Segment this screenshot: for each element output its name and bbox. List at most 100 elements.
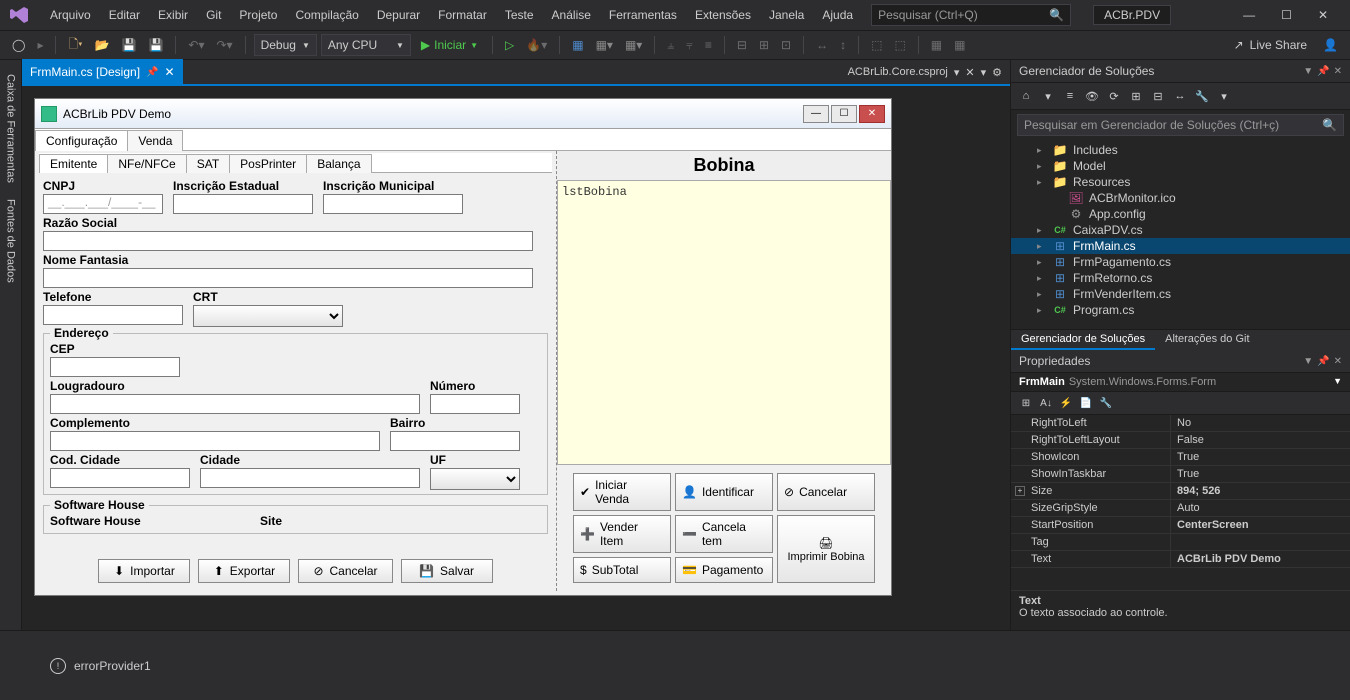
btn-imprimir-bobina[interactable]: 🖨Imprimir Bobina [777,515,875,583]
save-all-button[interactable]: 💾 [144,36,167,54]
btn-vender-item[interactable]: ➕Vender Item [573,515,671,553]
align-btn-1[interactable]: ⫨ [663,36,678,55]
order-btn-1[interactable]: ⬚ [867,36,886,54]
undo-button[interactable]: ↶▾ [184,36,208,54]
project-name-display[interactable]: ACBr.PDV [1093,5,1171,25]
tray-item-errorprovider[interactable]: errorProvider1 [74,659,151,673]
inp-bairro[interactable] [390,431,520,451]
panel-dropdown[interactable]: ▼ [1303,66,1313,77]
menu-formatar[interactable]: Formatar [430,4,495,26]
tree-item-includes[interactable]: ▸📁Includes [1011,142,1350,158]
layout-btn-3[interactable]: ▦▾ [621,36,646,54]
menu-arquivo[interactable]: Arquivo [42,4,99,26]
panel-dropdown[interactable]: ▼ [1303,356,1313,367]
context-close[interactable]: ✕ [965,66,974,79]
wf-subtab-nfe[interactable]: NFe/NFCe [107,154,186,173]
live-share-button[interactable]: ↗ Live Share [1226,36,1315,54]
tree-item-frmpagamento-cs[interactable]: ▸⊞FrmPagamento.cs [1011,254,1350,270]
btn-exportar[interactable]: ⬆Exportar [198,559,290,583]
wf-close-button[interactable]: ✕ [859,105,885,123]
menu-teste[interactable]: Teste [497,4,542,26]
tree-item-program-cs[interactable]: ▸C#Program.cs [1011,302,1350,318]
menu-git[interactable]: Git [198,4,229,26]
misc-btn-2[interactable]: ▦ [950,36,969,54]
props-events-icon[interactable]: ⚡ [1057,395,1075,411]
prop-showintaskbar[interactable]: ShowInTaskbarTrue [1011,466,1350,483]
datasources-tab[interactable]: Fontes de Dados [3,193,19,289]
bobina-list[interactable]: lstBobina [557,180,891,465]
wf-subtab-balanca[interactable]: Balança [306,154,371,173]
menu-compilacao[interactable]: Compilação [287,4,366,26]
prop-text[interactable]: TextACBrLib PDV Demo [1011,551,1350,568]
wf-max-button[interactable]: ☐ [831,105,857,123]
btn-importar[interactable]: ⬇Importar [98,559,190,583]
close-tab-icon[interactable]: ✕ [164,65,174,79]
save-button[interactable]: 💾 [118,36,141,54]
sel-crt[interactable] [193,305,343,327]
prop-righttoleftlayout[interactable]: RightToLeftLayoutFalse [1011,432,1350,449]
props-prop-icon[interactable]: 📄 [1077,395,1095,411]
misc-btn-1[interactable]: ▦ [927,36,946,54]
btn-cancelar-venda[interactable]: ⊘Cancelar [777,473,875,511]
wf-subtab-posprinter[interactable]: PosPrinter [229,154,307,173]
btn-iniciar-venda[interactable]: ✔Iniciar Venda [573,473,671,511]
layout-btn-2[interactable]: ▦▾ [592,36,617,54]
nav-back-button[interactable]: ◯ [8,36,29,54]
sln-tool-4[interactable]: 👁 [1083,87,1101,105]
open-button[interactable]: 📂 [91,36,114,54]
prop-tag[interactable]: Tag [1011,534,1350,551]
tab-sln-explorer[interactable]: Gerenciador de Soluções [1011,330,1155,350]
context-more[interactable]: ▾ [981,66,987,79]
menu-analise[interactable]: Análise [544,4,599,26]
props-object[interactable]: FrmMainSystem.Windows.Forms.Form ▼ [1011,373,1350,392]
prop-size[interactable]: +Size894; 526 [1011,483,1350,500]
tree-item-acbrmonitor-ico[interactable]: 🖼ACBrMonitor.ico [1011,190,1350,206]
tree-item-resources[interactable]: ▸📁Resources [1011,174,1350,190]
order-btn-2[interactable]: ⬚ [890,36,909,54]
sln-home-icon[interactable]: ⌂ [1017,87,1035,105]
menu-depurar[interactable]: Depurar [369,4,428,26]
sln-tool-9[interactable]: 🔧 [1193,87,1211,105]
toolbox-tab[interactable]: Caixa de Ferramentas [3,68,19,189]
close-button[interactable]: ✕ [1312,6,1334,24]
menu-exibir[interactable]: Exibir [150,4,196,26]
tree-item-caixapdv-cs[interactable]: ▸C#CaixaPDV.cs [1011,222,1350,238]
menu-editar[interactable]: Editar [101,4,148,26]
wf-tab-venda[interactable]: Venda [127,130,183,151]
hot-reload-button[interactable]: 🔥▾ [522,36,551,54]
props-cat-icon[interactable]: ⊞ [1017,395,1035,411]
minimize-button[interactable]: — [1237,6,1261,24]
global-search[interactable]: Pesquisar (Ctrl+Q) 🔍 [871,4,1071,26]
sel-uf[interactable] [430,468,520,490]
sln-tool-3[interactable]: ≡ [1061,87,1079,105]
align-btn-3[interactable]: ≡ [701,36,716,54]
spacing-btn-1[interactable]: ↔ [812,36,832,54]
sln-tool-7[interactable]: ⊟ [1149,87,1167,105]
menu-janela[interactable]: Janela [761,4,812,26]
sln-tool-10[interactable]: ▾ [1215,87,1233,105]
sln-refresh-icon[interactable]: ⟳ [1105,87,1123,105]
platform-dropdown[interactable]: Any CPU▼ [321,34,411,56]
inp-im[interactable] [323,194,463,214]
inp-codcidade[interactable] [50,468,190,488]
wf-subtab-sat[interactable]: SAT [186,154,230,173]
config-dropdown[interactable]: Debug▼ [254,34,317,56]
props-az-icon[interactable]: A↓ [1037,395,1055,411]
panel-close[interactable]: ✕ [1334,66,1342,77]
btn-identificar[interactable]: 👤Identificar [675,473,773,511]
wf-subtab-emitente[interactable]: Emitente [39,154,108,173]
maximize-button[interactable]: ☐ [1275,6,1298,24]
tree-item-frmretorno-cs[interactable]: ▸⊞FrmRetorno.cs [1011,270,1350,286]
btn-pagamento[interactable]: 💳Pagamento [675,557,773,583]
wf-min-button[interactable]: — [803,105,829,123]
align-btn-6[interactable]: ⊡ [777,36,795,54]
tree-item-frmvenderitem-cs[interactable]: ▸⊞FrmVenderItem.cs [1011,286,1350,302]
align-btn-5[interactable]: ⊞ [755,36,773,54]
pin-icon[interactable]: 📌 [146,67,158,78]
redo-button[interactable]: ↷▾ [213,36,237,54]
tree-item-app-config[interactable]: ⚙App.config [1011,206,1350,222]
spacing-btn-2[interactable]: ↕ [836,36,850,54]
inp-ie[interactable] [173,194,313,214]
account-button[interactable]: 👤 [1319,36,1342,54]
btn-cancela-item[interactable]: ➖Cancela tem [675,515,773,553]
